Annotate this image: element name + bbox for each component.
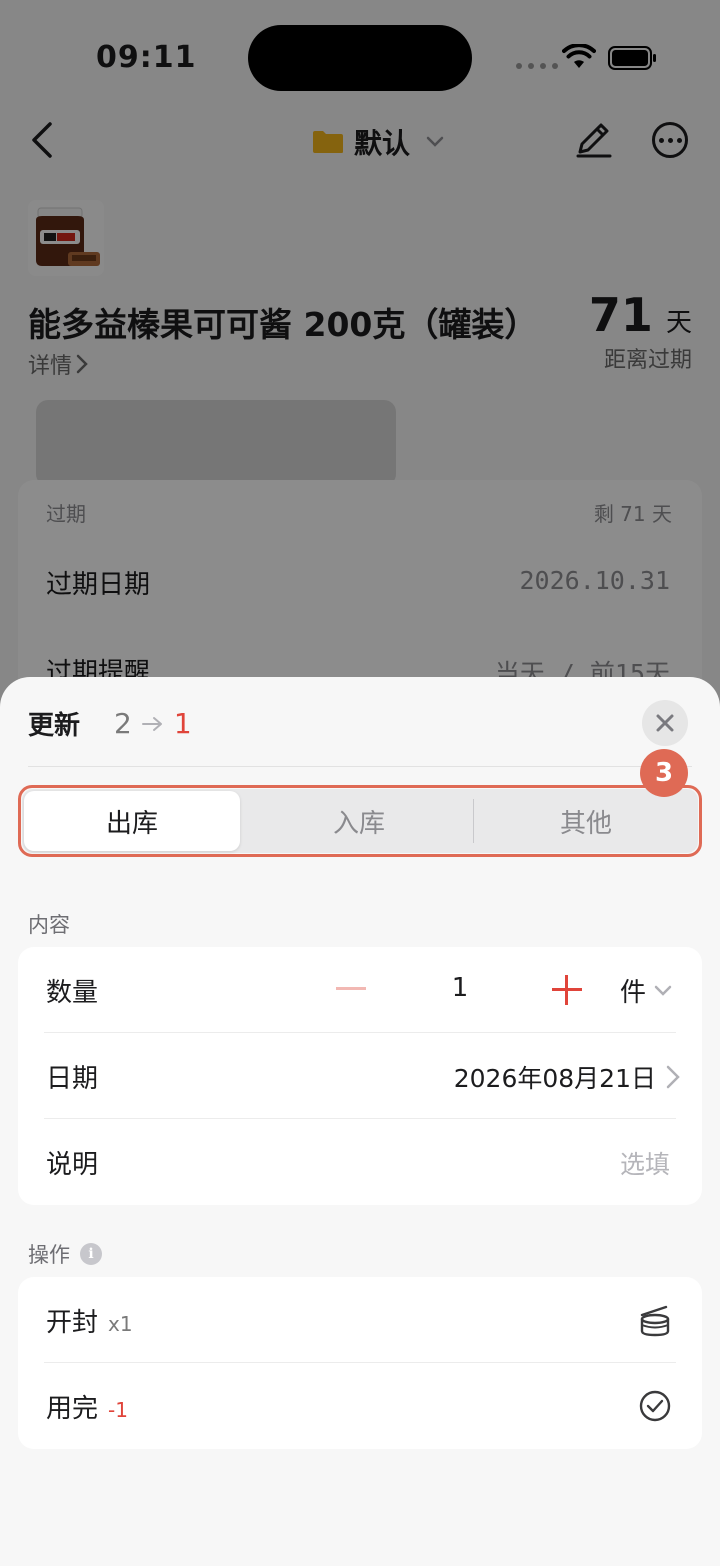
- content-card: 数量 1 件 日期 2026年08月21日 说明 选填: [18, 947, 702, 1205]
- sheet-header: 更新 2 1: [28, 705, 192, 742]
- action-open-label: 开封: [46, 1308, 99, 1338]
- tab-stock-in[interactable]: 入库: [246, 789, 472, 853]
- quantity-row: 数量 1 件: [18, 947, 702, 1033]
- increment-button[interactable]: [552, 975, 582, 1005]
- action-finish-count: -1: [108, 1398, 128, 1422]
- quantity-value[interactable]: 1: [438, 973, 482, 1003]
- info-icon[interactable]: i: [80, 1243, 102, 1265]
- content-section-label: 内容: [28, 909, 70, 939]
- note-row[interactable]: 说明 选填: [18, 1119, 702, 1205]
- quantity-from: 2: [114, 707, 132, 740]
- update-sheet: 更新 2 1 3 出库 入库 其他 内容 数量 1 件 日期 2026年08月2…: [0, 677, 720, 1566]
- date-row[interactable]: 日期 2026年08月21日: [18, 1033, 702, 1119]
- unit-value: 件: [620, 978, 647, 1008]
- sheet-title: 更新: [28, 711, 81, 741]
- tab-other[interactable]: 其他: [474, 789, 698, 853]
- check-circle-icon: [639, 1390, 671, 1422]
- chevron-right-icon: [666, 1065, 680, 1089]
- arrow-right-icon: [141, 716, 162, 731]
- can-open-icon: [640, 1305, 670, 1337]
- divider: [28, 766, 692, 767]
- quantity-label: 数量: [46, 978, 99, 1008]
- step-badge: 3: [640, 749, 688, 797]
- action-open: 开封 x1: [46, 1302, 133, 1339]
- operation-segmented-control: 出库 入库 其他: [22, 789, 698, 853]
- action-finish: 用完 -1: [46, 1388, 128, 1425]
- action-finish-label: 用完: [46, 1394, 99, 1424]
- unit-selector[interactable]: 件: [620, 972, 672, 1009]
- actions-section-label: 操作 i: [28, 1239, 102, 1269]
- tab-stock-out[interactable]: 出库: [24, 791, 240, 851]
- date-label: 日期: [46, 1064, 99, 1094]
- date-value: 2026年08月21日: [453, 1064, 656, 1093]
- note-input[interactable]: 选填: [620, 1145, 670, 1181]
- action-open-count: x1: [108, 1312, 133, 1336]
- actions-card: 开封 x1 用完 -1: [18, 1277, 702, 1449]
- note-label: 说明: [46, 1150, 99, 1180]
- chevron-down-icon: [654, 985, 672, 996]
- quantity-to: 1: [173, 707, 192, 740]
- close-button[interactable]: [642, 700, 688, 746]
- content-label: 内容: [28, 913, 70, 937]
- decrement-button[interactable]: [336, 987, 366, 990]
- action-finish-row[interactable]: 用完 -1: [18, 1363, 702, 1449]
- actions-label: 操作: [28, 1243, 70, 1267]
- action-open-row[interactable]: 开封 x1: [18, 1277, 702, 1363]
- close-icon: [656, 714, 674, 732]
